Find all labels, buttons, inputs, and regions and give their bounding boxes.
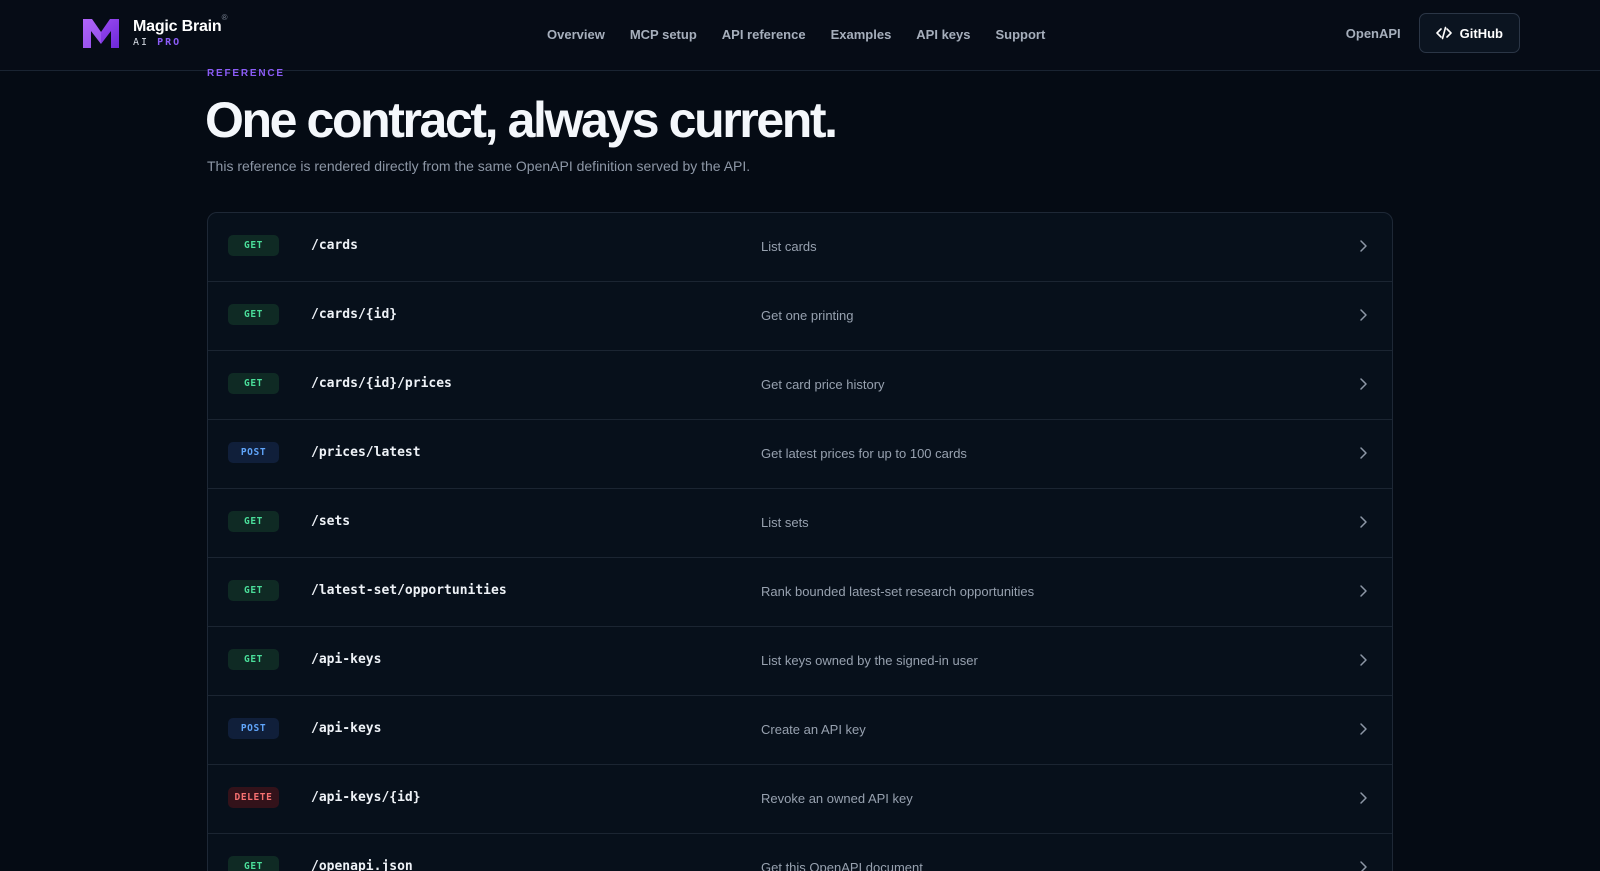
chevron-right-icon: [1360, 447, 1367, 459]
endpoint-row[interactable]: GET /openapi.json Get this OpenAPI docum…: [208, 834, 1392, 871]
chevron-right-icon: [1360, 792, 1367, 804]
brand-logo-link[interactable]: Magic Brain AI PRO ®: [82, 13, 228, 51]
nav-item-support[interactable]: Support: [996, 27, 1046, 42]
nav-item-examples[interactable]: Examples: [831, 27, 892, 42]
endpoint-path: /cards/{id}: [311, 307, 398, 322]
top-navigation-bar: Magic Brain AI PRO ® Overview MCP setup …: [0, 0, 1600, 71]
github-button-label: GitHub: [1459, 25, 1503, 41]
endpoint-row[interactable]: GET /cards/{id}/prices Get card price hi…: [208, 351, 1392, 420]
endpoint-path: /openapi.json: [311, 859, 413, 871]
brand-wordmark: Magic Brain AI PRO ®: [133, 13, 228, 48]
endpoint-row[interactable]: GET /cards List cards: [208, 213, 1392, 282]
endpoint-description: Get card price history: [761, 377, 885, 392]
chevron-right-icon: [1360, 240, 1367, 252]
endpoint-description: Get one printing: [761, 308, 854, 323]
endpoint-row[interactable]: GET /latest-set/opportunities Rank bound…: [208, 558, 1392, 627]
endpoint-description: Revoke an owned API key: [761, 791, 913, 806]
magic-brain-logo-icon: [83, 19, 119, 48]
nav-item-api-reference[interactable]: API reference: [722, 27, 806, 42]
chevron-right-icon: [1360, 378, 1367, 390]
method-badge: POST: [228, 442, 279, 463]
chevron-right-icon: [1360, 585, 1367, 597]
endpoint-description: List sets: [761, 515, 809, 530]
endpoint-path: /latest-set/opportunities: [311, 583, 507, 598]
chevron-right-icon: [1360, 309, 1367, 321]
header-actions: OpenAPI GitHub: [1346, 13, 1520, 53]
endpoint-row[interactable]: GET /sets List sets: [208, 489, 1392, 558]
registered-mark: ®: [221, 12, 228, 22]
main-nav: Overview MCP setup API reference Example…: [547, 0, 1045, 68]
endpoint-path: /sets: [311, 514, 351, 529]
brand-tier: AI PRO: [133, 36, 182, 48]
nav-item-overview[interactable]: Overview: [547, 27, 605, 42]
method-badge: POST: [228, 718, 279, 739]
endpoint-path: /cards: [311, 238, 358, 253]
brand-name: Magic Brain: [133, 17, 222, 35]
page-title: One contract, always current.: [205, 92, 838, 148]
endpoint-description: Rank bounded latest-set research opportu…: [761, 584, 1035, 599]
endpoint-description: Get this OpenAPI document: [761, 860, 923, 871]
endpoint-description: List cards: [761, 239, 817, 254]
endpoint-row[interactable]: POST /api-keys Create an API key: [208, 696, 1392, 765]
github-button[interactable]: GitHub: [1418, 13, 1520, 53]
section-eyebrow: REFERENCE: [207, 68, 285, 79]
method-badge: GET: [228, 649, 279, 670]
endpoint-row[interactable]: GET /cards/{id} Get one printing: [208, 282, 1392, 351]
endpoint-description: Create an API key: [761, 722, 866, 737]
endpoint-description: List keys owned by the signed-in user: [761, 653, 978, 668]
endpoint-path: /cards/{id}/prices: [311, 376, 452, 391]
nav-item-api-keys[interactable]: API keys: [916, 27, 970, 42]
endpoint-path: /api-keys: [311, 652, 382, 667]
openapi-link[interactable]: OpenAPI: [1346, 26, 1401, 41]
method-badge: GET: [228, 235, 279, 256]
endpoint-description: Get latest prices for up to 100 cards: [761, 446, 967, 461]
nav-item-mcp-setup[interactable]: MCP setup: [630, 27, 697, 42]
endpoint-path: /api-keys: [311, 721, 382, 736]
code-icon: [1435, 26, 1452, 40]
method-badge: GET: [228, 304, 279, 325]
endpoint-list: GET /cards List cards GET /cards/{id} Ge…: [207, 212, 1393, 871]
page-subtitle: This reference is rendered directly from…: [207, 158, 751, 174]
chevron-right-icon: [1360, 654, 1367, 666]
endpoint-path: /prices/latest: [311, 445, 421, 460]
endpoint-row[interactable]: POST /prices/latest Get latest prices fo…: [208, 420, 1392, 489]
method-badge: GET: [228, 511, 279, 532]
method-badge: GET: [228, 856, 279, 871]
chevron-right-icon: [1360, 861, 1367, 871]
endpoint-row[interactable]: DELETE /api-keys/{id} Revoke an owned AP…: [208, 765, 1392, 834]
endpoint-row[interactable]: GET /api-keys List keys owned by the sig…: [208, 627, 1392, 696]
method-badge: GET: [228, 580, 279, 601]
method-badge: GET: [228, 373, 279, 394]
chevron-right-icon: [1360, 723, 1367, 735]
endpoint-path: /api-keys/{id}: [311, 790, 421, 805]
chevron-right-icon: [1360, 516, 1367, 528]
method-badge: DELETE: [228, 787, 279, 808]
